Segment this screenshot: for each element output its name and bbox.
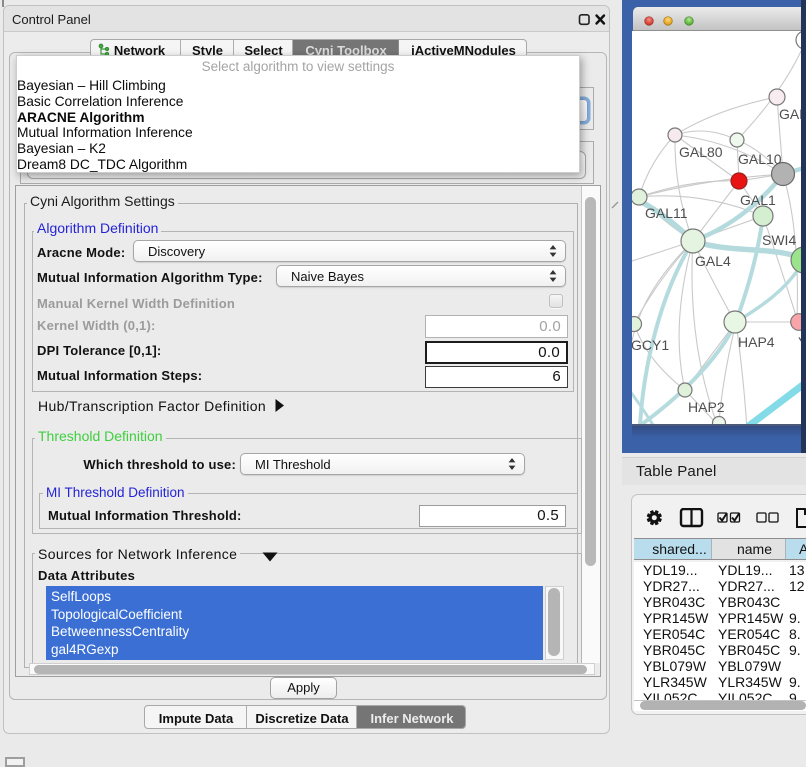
svg-text:GAL11: GAL11 [645,205,688,221]
svg-text:GAL80: GAL80 [679,144,723,160]
svg-text:GAL10: GAL10 [738,151,782,167]
svg-text:HAP4: HAP4 [738,334,775,350]
svg-text:GAL4: GAL4 [695,253,731,269]
svg-text:SWI4: SWI4 [762,232,796,248]
svg-text:GAL8: GAL8 [779,106,801,122]
svg-text:HAP2: HAP2 [688,399,725,415]
svg-text:GAL1: GAL1 [740,192,776,208]
svg-text:GCY1: GCY1 [632,337,669,353]
svg-text:Y: Y [798,334,801,350]
